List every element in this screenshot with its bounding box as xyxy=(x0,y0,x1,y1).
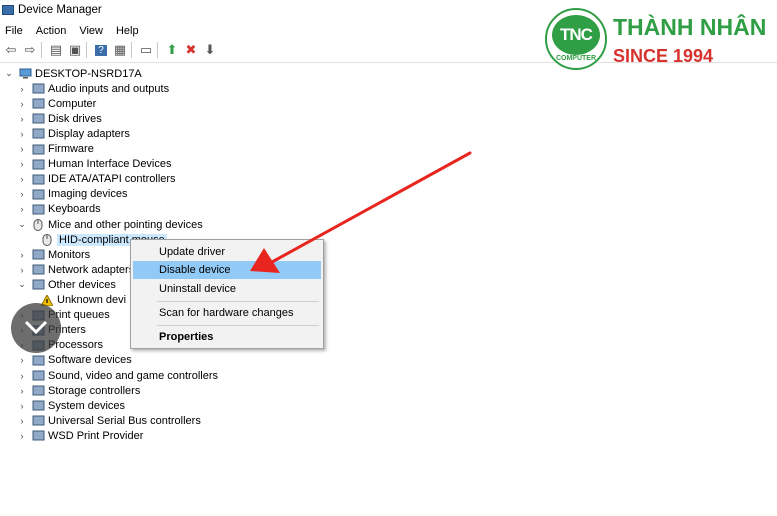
overlay-expand-button[interactable] xyxy=(11,303,61,353)
annotation-arrow xyxy=(250,151,472,273)
arrow-shaft xyxy=(270,151,472,264)
chevron-down-icon xyxy=(24,320,48,335)
